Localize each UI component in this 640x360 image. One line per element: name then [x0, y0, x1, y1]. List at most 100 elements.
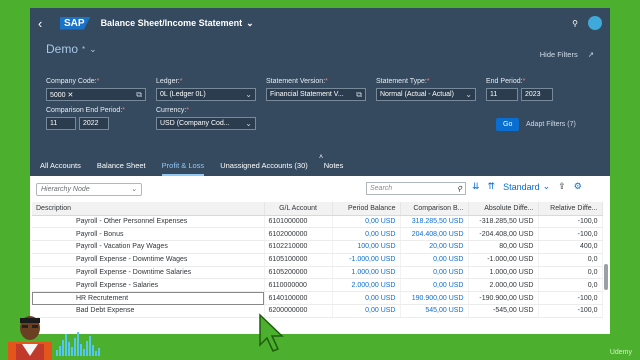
- comparison-year-value: 2022: [83, 120, 99, 127]
- row-comparison-balance[interactable]: 0,00 USD: [400, 266, 469, 280]
- row-description: Payroll Expense - Downtime Wages: [32, 253, 265, 267]
- back-icon[interactable]: ‹: [38, 16, 52, 31]
- row-comparison-balance[interactable]: 190.900,00 USD: [400, 291, 469, 306]
- table-row[interactable]: Payroll Expense - Downtime Salaries 61052…: [32, 266, 603, 280]
- row-period-balance[interactable]: 0,00 USD: [332, 291, 401, 306]
- row-relative-difference: -100,0: [538, 304, 603, 318]
- comparison-year-input[interactable]: 2022: [79, 117, 109, 130]
- hierarchy-node-placeholder: Hierarchy Node: [41, 185, 90, 193]
- export-icon[interactable]: ⇪: [558, 181, 566, 192]
- statement-version-field[interactable]: Financial Statement V... ⧉: [266, 88, 366, 101]
- row-description: Bad Debt Expense: [32, 304, 265, 318]
- comparison-end-period-label: Comparison End Period:: [46, 107, 123, 114]
- tab-all-accounts[interactable]: All Accounts: [40, 161, 81, 176]
- end-year-input[interactable]: 2023: [521, 88, 553, 101]
- audio-bar: [74, 338, 76, 356]
- tab-balance-sheet[interactable]: Balance Sheet: [97, 161, 146, 176]
- row-period-balance[interactable]: 1.000,00 USD: [332, 266, 401, 280]
- column-header-period-balance[interactable]: Period Balance: [332, 202, 401, 216]
- table-row[interactable]: Payroll - Vacation Pay Wages 6102210000 10…: [32, 240, 603, 254]
- avatar[interactable]: [588, 16, 602, 30]
- presenter-video: [8, 316, 52, 360]
- value-help-icon[interactable]: ⧉: [356, 90, 362, 100]
- row-description: Payroll Expense - Salaries: [32, 278, 265, 293]
- hide-filters-button[interactable]: Hide Filters: [540, 50, 578, 59]
- column-header-gl-account[interactable]: G/L Account: [264, 202, 333, 216]
- currency-select[interactable]: USD (Company Cod... ⌄: [156, 117, 256, 130]
- table-row[interactable]: Bad Debt Expense 6200000000 0,00 USD 545,00…: [32, 304, 603, 318]
- company-code-field[interactable]: 5000 ✕ ⧉: [46, 88, 146, 101]
- row-period-balance[interactable]: -1.000,00 USD: [332, 253, 401, 267]
- end-period-value: 11: [490, 91, 498, 98]
- row-absolute-difference: -545,00 USD: [468, 304, 539, 318]
- collapse-header-icon[interactable]: ˄: [314, 154, 328, 162]
- row-gl-account: 6140100000: [264, 291, 333, 306]
- comparison-period-input[interactable]: 11: [46, 117, 76, 130]
- share-icon[interactable]: ↗: [588, 50, 594, 59]
- column-header-description[interactable]: Description: [32, 202, 265, 216]
- search-icon[interactable]: ⚲: [457, 185, 462, 193]
- audio-visualizer: [56, 332, 100, 356]
- row-comparison-balance[interactable]: 204.408,00 USD: [400, 227, 469, 242]
- vertical-scrollbar[interactable]: [604, 264, 608, 290]
- app-title-menu[interactable]: Balance Sheet/Income Statement ⌄: [101, 18, 254, 29]
- ledger-select[interactable]: 0L (Ledger 0L) ⌄: [156, 88, 256, 101]
- column-header-absolute-difference[interactable]: Absolute Diffe...: [468, 202, 539, 216]
- audio-bar: [89, 336, 91, 356]
- table-toolbar: Hierarchy Node ⌄ Search ⚲ ⇊ ⇈ Standard ⌄ ⇪ …: [30, 176, 610, 202]
- settings-icon[interactable]: ⚙: [574, 181, 582, 192]
- variant-selector[interactable]: Demo * ⌄: [46, 42, 594, 56]
- tab-notes[interactable]: Notes: [324, 161, 344, 176]
- go-button[interactable]: Go: [496, 118, 520, 131]
- table-row[interactable]: Payroll - Other Personnel Expenses 610100…: [32, 215, 603, 229]
- currency-value: USD (Company Cod...: [160, 120, 230, 127]
- statement-type-select[interactable]: Normal (Actual - Actual) ⌄: [376, 88, 476, 101]
- adapt-filters-button[interactable]: Adapt Filters (7): [526, 121, 576, 128]
- sap-logo: SAP: [60, 16, 91, 30]
- row-description: Payroll - Bonus: [32, 227, 265, 242]
- audio-bar: [56, 350, 58, 356]
- chevron-down-icon: ⌄: [245, 90, 252, 99]
- row-gl-account: 6105200000: [264, 266, 333, 280]
- table-row[interactable]: Payroll - Bonus 6102000000 0,00 USD 204.408…: [32, 227, 603, 242]
- column-header-relative-difference[interactable]: Relative Diffe...: [538, 202, 603, 216]
- collapse-all-icon[interactable]: ⇊: [472, 181, 480, 192]
- row-period-balance[interactable]: 0,00 USD: [332, 304, 401, 318]
- column-header-comparison-balance[interactable]: Comparison B...: [400, 202, 469, 216]
- table-row[interactable]: Payroll Expense - Downtime Wages 61051000…: [32, 253, 603, 267]
- row-period-balance[interactable]: 100,00 USD: [332, 240, 401, 254]
- audio-bar: [83, 349, 85, 356]
- row-comparison-balance[interactable]: 545,00 USD: [400, 304, 469, 318]
- audio-bar: [77, 332, 79, 356]
- statement-version-label: Statement Version:: [266, 78, 326, 85]
- table-row[interactable]: Payroll Expense - Salaries 6110000000 2.00…: [32, 278, 603, 293]
- ledger-value: 0L (Ledger 0L): [160, 91, 206, 98]
- row-comparison-balance[interactable]: 318.285,50 USD: [400, 215, 469, 229]
- row-relative-difference: 400,0: [538, 240, 603, 254]
- row-period-balance[interactable]: 2.000,00 USD: [332, 278, 401, 293]
- end-period-input[interactable]: 11: [486, 88, 518, 101]
- audio-bar: [86, 341, 88, 356]
- table-header-row: Description G/L Account Period Balance C…: [32, 202, 603, 216]
- row-comparison-balance[interactable]: 0,00 USD: [400, 278, 469, 293]
- value-help-icon[interactable]: ⧉: [136, 90, 142, 100]
- row-period-balance[interactable]: 0,00 USD: [332, 227, 401, 242]
- table-row[interactable]: HR Recrutement 6140100000 0,00 USD 190.900,…: [32, 291, 603, 306]
- search-input[interactable]: Search ⚲: [366, 182, 466, 195]
- row-period-balance[interactable]: 0,00 USD: [332, 215, 401, 229]
- row-absolute-difference: -204.408,00 USD: [468, 227, 539, 242]
- row-comparison-balance[interactable]: 20,00 USD: [400, 240, 469, 254]
- app-title: Balance Sheet/Income Statement: [100, 18, 243, 28]
- audio-bar: [65, 334, 67, 356]
- expand-all-icon[interactable]: ⇈: [488, 181, 496, 192]
- accounts-table: Description G/L Account Period Balance C…: [32, 202, 603, 318]
- hierarchy-node-select[interactable]: Hierarchy Node ⌄: [36, 182, 142, 196]
- search-icon[interactable]: ⚲: [572, 19, 578, 28]
- company-code-token: 5000: [50, 91, 66, 99]
- row-relative-difference: 0,0: [538, 266, 603, 280]
- tab-profit-loss[interactable]: Profit & Loss: [161, 161, 205, 176]
- tab-unassigned-accounts[interactable]: Unassigned Accounts (30): [220, 161, 308, 176]
- chevron-down-icon: ⌄: [542, 181, 551, 191]
- row-comparison-balance[interactable]: 0,00 USD: [400, 253, 469, 267]
- variant-standard-select[interactable]: Standard ⌄: [503, 181, 550, 192]
